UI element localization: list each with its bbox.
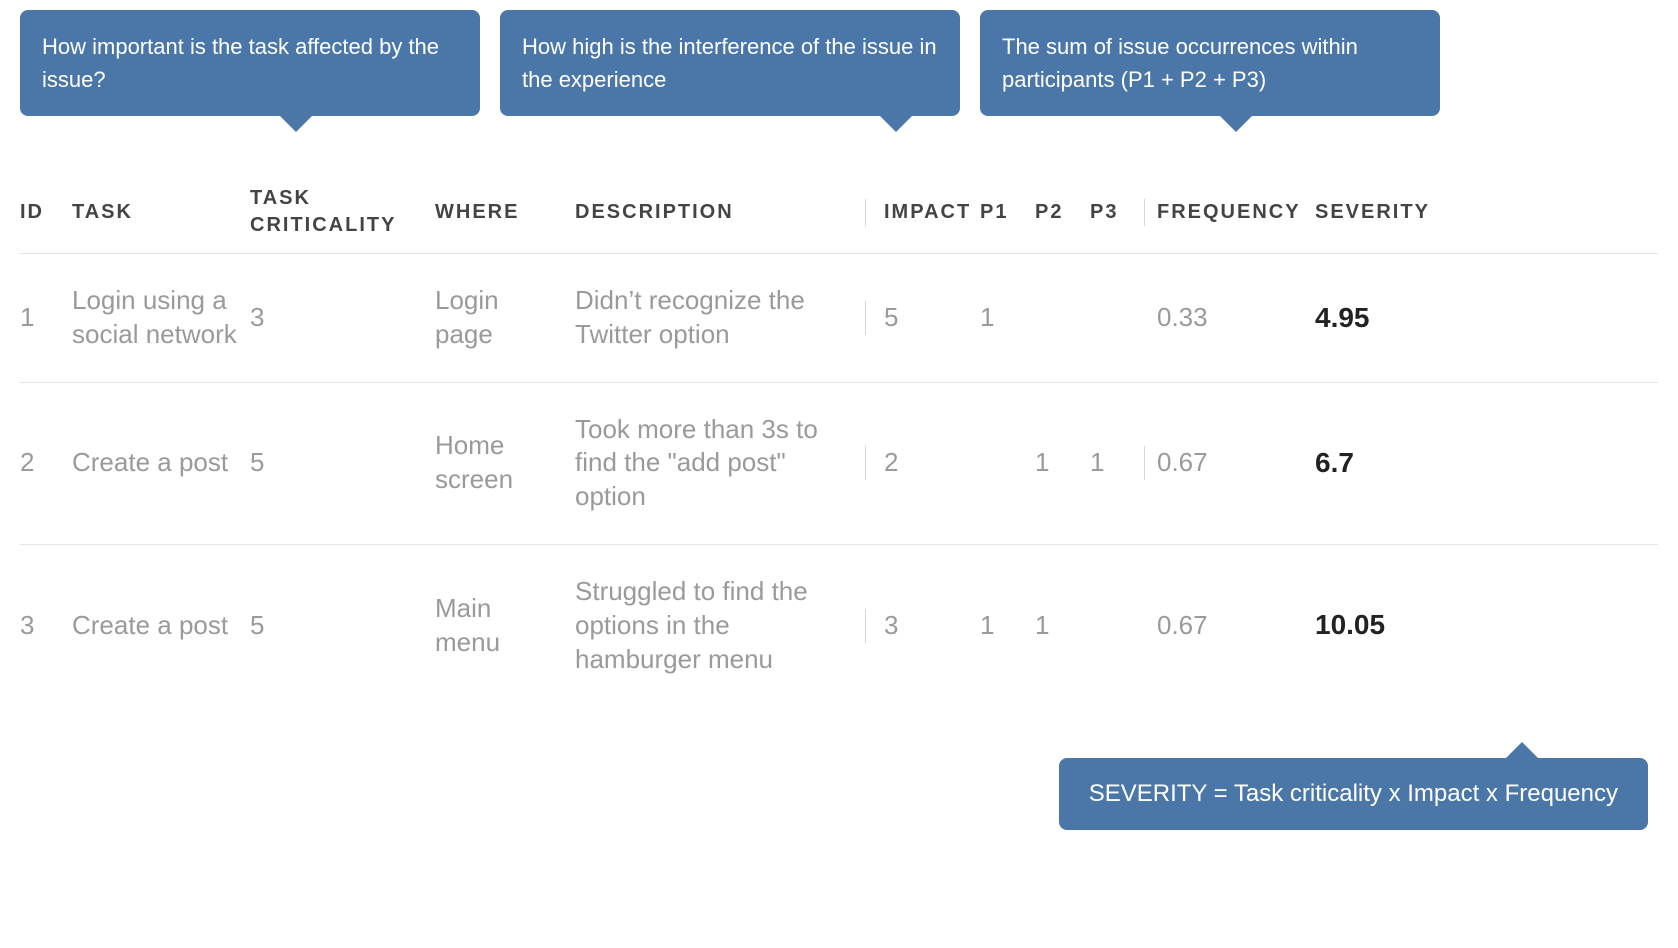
cell-frequency: 0.67 [1145,609,1315,643]
col-p1: P1 [980,199,1035,226]
cell-severity: 6.7 [1315,445,1455,481]
cell-description: Struggled to find the options in the ham… [575,575,865,676]
cell-p2: 1 [1035,609,1090,643]
severity-table: ID TASK TASK CRITICALITY WHERE DESCRIPTI… [20,171,1658,706]
table-row: 1 Login using a social network 3 Login p… [20,254,1658,383]
col-where: WHERE [435,199,575,226]
col-task: TASK [72,199,250,226]
cell-id: 1 [20,301,72,335]
cell-p1: 1 [980,301,1035,335]
cell-id: 2 [20,446,72,480]
col-p2: P2 [1035,199,1090,226]
cell-description: Took more than 3s to find the "add post"… [575,413,865,514]
col-impact: IMPACT [865,199,980,226]
col-severity: SEVERITY [1315,199,1455,226]
cell-task: Login using a social network [72,284,250,352]
callout-task-criticality: How important is the task affected by th… [20,10,480,116]
cell-where: Main menu [435,592,575,660]
col-p3: P3 [1090,199,1145,226]
cell-impact: 3 [865,609,980,643]
cell-task: Create a post [72,609,250,643]
cell-where: Login page [435,284,575,352]
table-header-row: ID TASK TASK CRITICALITY WHERE DESCRIPTI… [20,171,1658,254]
cell-criticality: 5 [250,446,435,480]
callout-frequency: The sum of issue occurrences within part… [980,10,1440,116]
cell-impact: 2 [865,446,980,480]
cell-impact: 5 [865,301,980,335]
col-id: ID [20,199,72,226]
cell-id: 3 [20,609,72,643]
cell-frequency: 0.67 [1145,446,1315,480]
cell-p2: 1 [1035,446,1090,480]
cell-task: Create a post [72,446,250,480]
cell-p3: 1 [1090,446,1145,480]
cell-criticality: 3 [250,301,435,335]
table-row: 3 Create a post 5 Main menu Struggled to… [20,545,1658,706]
cell-frequency: 0.33 [1145,301,1315,335]
cell-where: Home screen [435,429,575,497]
table-row: 2 Create a post 5 Home screen Took more … [20,383,1658,545]
col-criticality: TASK CRITICALITY [250,185,435,239]
cell-severity: 10.05 [1315,607,1455,643]
cell-p1: 1 [980,609,1035,643]
callout-impact: How high is the interference of the issu… [500,10,960,116]
cell-criticality: 5 [250,609,435,643]
callout-severity-formula: SEVERITY = Task criticality x Impact x F… [1059,758,1648,830]
col-frequency: FREQUENCY [1145,199,1315,226]
cell-severity: 4.95 [1315,300,1455,336]
cell-description: Didn’t recognize the Twitter option [575,284,865,352]
col-description: DESCRIPTION [575,199,865,226]
